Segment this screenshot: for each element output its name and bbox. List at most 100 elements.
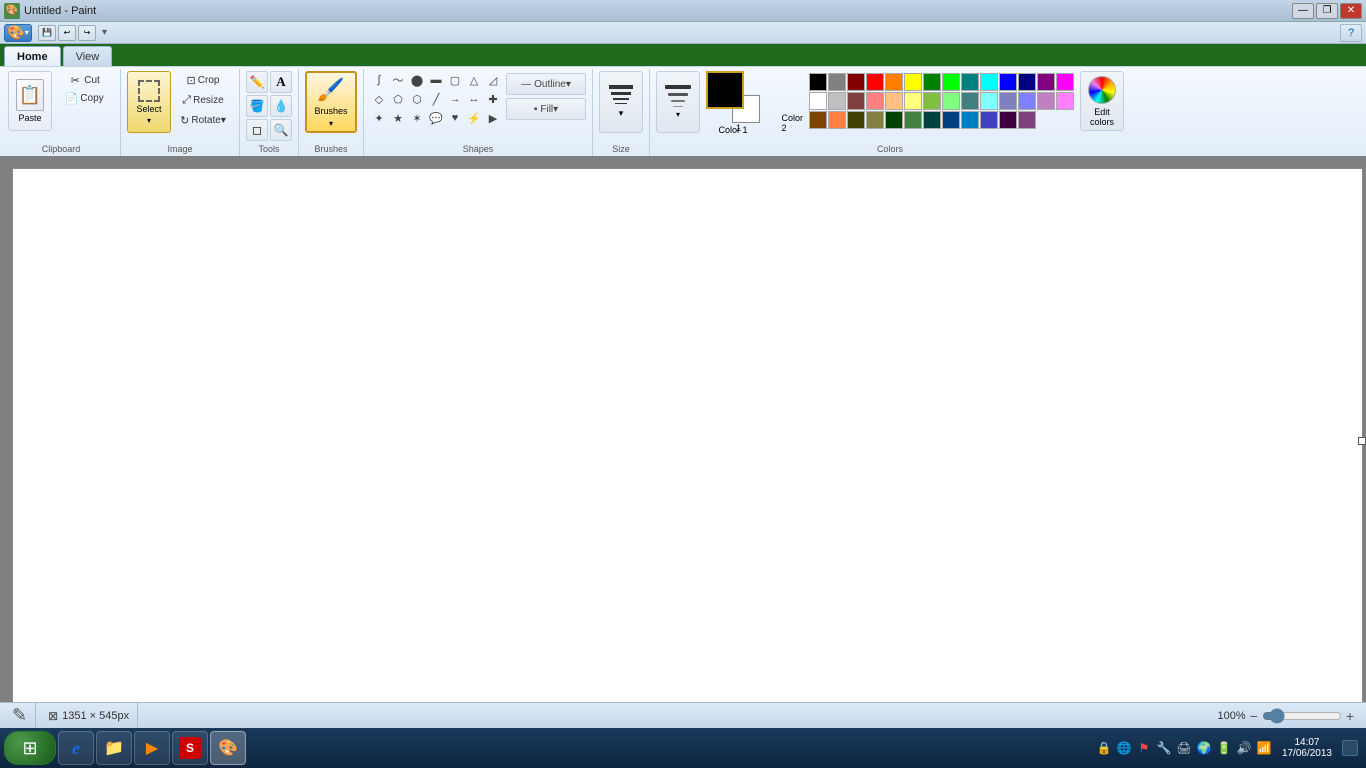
crop-button[interactable]: ⊡ Crop [173, 71, 233, 89]
zoom-slider[interactable] [1262, 710, 1342, 722]
start-button[interactable]: ⊞ [4, 731, 56, 765]
swatch-dk-teal[interactable] [923, 111, 941, 129]
size-button[interactable]: ▾ [599, 71, 643, 133]
edit-colors-button[interactable]: Edit colors [1080, 71, 1124, 131]
swatch-pink[interactable] [866, 92, 884, 110]
shape-lightning[interactable]: ⚡ [465, 109, 483, 127]
eraser-tool[interactable]: ◻ [246, 119, 268, 141]
swatch-indigo[interactable] [980, 111, 998, 129]
magnifier-tool[interactable]: 🔍 [270, 119, 292, 141]
color-picker-tool[interactable]: 💧 [270, 95, 292, 117]
taskbar-media[interactable]: ▶ [134, 731, 170, 765]
shape-star5[interactable]: ★ [389, 109, 407, 127]
select-button[interactable]: Select ▾ [127, 71, 171, 133]
tab-view[interactable]: View [63, 46, 113, 66]
swatch-lt-cyan[interactable] [980, 92, 998, 110]
paste-button[interactable]: 📋 Paste [8, 71, 52, 131]
color-size-button[interactable]: ▾ [656, 71, 700, 133]
swatch-orange[interactable] [885, 73, 903, 91]
swatch-lime[interactable] [942, 73, 960, 91]
swatch-red[interactable] [866, 73, 884, 91]
tray-volume-icon[interactable]: 🔊 [1236, 740, 1252, 756]
shape-callout[interactable]: 💬 [427, 109, 445, 127]
swatch-olive[interactable] [866, 111, 884, 129]
tray-alert-icon[interactable]: ⚑ [1136, 740, 1152, 756]
swatch-dk-blue-teal[interactable] [942, 111, 960, 129]
rotate-button[interactable]: ↻ Rotate▾ [173, 111, 233, 129]
show-desktop-button[interactable] [1342, 740, 1358, 756]
tray-globe-icon[interactable]: 🌍 [1196, 740, 1212, 756]
swatch-olive-dk[interactable] [847, 111, 865, 129]
swatch-sky[interactable] [961, 111, 979, 129]
zoom-in-button[interactable]: + [1346, 708, 1354, 724]
swatch-brown-light[interactable] [847, 92, 865, 110]
taskbar-explorer[interactable]: 📁 [96, 731, 132, 765]
shape-arrow-line[interactable]: → [446, 90, 464, 108]
tray-battery-icon[interactable]: 🔋 [1216, 740, 1232, 756]
swatch-navy[interactable] [1018, 73, 1036, 91]
canvas-handle-right[interactable] [1358, 437, 1366, 445]
swatch-blue[interactable] [999, 73, 1017, 91]
taskbar-smart[interactable]: S [172, 731, 208, 765]
shape-rtriangle[interactable]: ◿ [484, 71, 502, 89]
color1-swatch[interactable] [706, 71, 744, 109]
shape-star6[interactable]: ✶ [408, 109, 426, 127]
shape-oval[interactable]: ⬤ [408, 71, 426, 89]
swatch-salmon[interactable] [828, 111, 846, 129]
tray-device-icon[interactable]: 🔧 [1156, 740, 1172, 756]
copy-button[interactable]: 📄 Copy [54, 89, 114, 107]
shape-hexagon[interactable]: ⬡ [408, 90, 426, 108]
taskbar-paint[interactable]: 🎨 [210, 731, 246, 765]
help-button[interactable]: ? [1340, 24, 1362, 42]
shape-4arrow[interactable]: ✚ [484, 90, 502, 108]
swatch-dk-green[interactable] [885, 111, 903, 129]
swatch-lt-magenta[interactable] [1056, 92, 1074, 110]
pencil-tool[interactable]: ✏️ [246, 71, 268, 93]
fill-button[interactable]: ▪ Fill▾ [506, 98, 586, 120]
swatch-plum[interactable] [1018, 111, 1036, 129]
shape-wave[interactable]: 〜 [389, 71, 407, 89]
swatch-lt-green[interactable] [923, 92, 941, 110]
swatch-magenta[interactable] [1056, 73, 1074, 91]
swatch-teal[interactable] [961, 73, 979, 91]
swatch-peach[interactable] [885, 92, 903, 110]
shape-diamond[interactable]: ◇ [370, 90, 388, 108]
new-document-icon[interactable]: ✎ [12, 705, 27, 726]
text-tool[interactable]: A [270, 71, 292, 93]
swatch-lt-yellow[interactable] [904, 92, 922, 110]
outline-button[interactable]: — Outline▾ [506, 73, 586, 95]
swatch-yellow[interactable] [904, 73, 922, 91]
quick-save-button[interactable]: 💾 [38, 25, 56, 41]
quick-redo-button[interactable]: ↪ [78, 25, 96, 41]
swatch-slate[interactable] [961, 92, 979, 110]
shape-line[interactable]: ╱ [427, 90, 445, 108]
shape-star4[interactable]: ✦ [370, 109, 388, 127]
app-menu-button[interactable]: 🎨▾ [4, 24, 32, 42]
quick-access-arrow[interactable]: ▾ [102, 27, 107, 38]
fill-tool[interactable]: 🪣 [246, 95, 268, 117]
swatch-lavender[interactable] [1037, 92, 1055, 110]
swatch-white[interactable] [809, 92, 827, 110]
shape-rect[interactable]: ▬ [427, 71, 445, 89]
zoom-out-button[interactable]: − [1250, 708, 1258, 724]
shape-pentagon[interactable]: ⬠ [389, 90, 407, 108]
quick-undo-button[interactable]: ↩ [58, 25, 76, 41]
tray-security-icon[interactable]: 🔒 [1096, 740, 1112, 756]
taskbar-ie[interactable]: e [58, 731, 94, 765]
swatch-mid-green[interactable] [904, 111, 922, 129]
swatch-periwinkle[interactable] [999, 92, 1017, 110]
swatch-dk-purple[interactable] [999, 111, 1017, 129]
system-clock[interactable]: 14:07 17/06/2013 [1276, 737, 1338, 759]
tab-home[interactable]: Home [4, 46, 61, 66]
brushes-button[interactable]: 🖌️ Brushes ▾ [305, 71, 357, 133]
minimize-button[interactable]: — [1292, 3, 1314, 19]
swatch-brown[interactable] [809, 111, 827, 129]
tray-network-icon[interactable]: 🌐 [1116, 740, 1132, 756]
swatch-green[interactable] [923, 73, 941, 91]
shape-curve[interactable]: ∫ [370, 71, 388, 89]
tray-print-icon[interactable]: 🖨 [1176, 740, 1192, 756]
swatch-cyan[interactable] [980, 73, 998, 91]
resize-button[interactable]: ⤢ Resize [173, 91, 233, 109]
swatch-mint[interactable] [942, 92, 960, 110]
swatch-gray[interactable] [828, 73, 846, 91]
